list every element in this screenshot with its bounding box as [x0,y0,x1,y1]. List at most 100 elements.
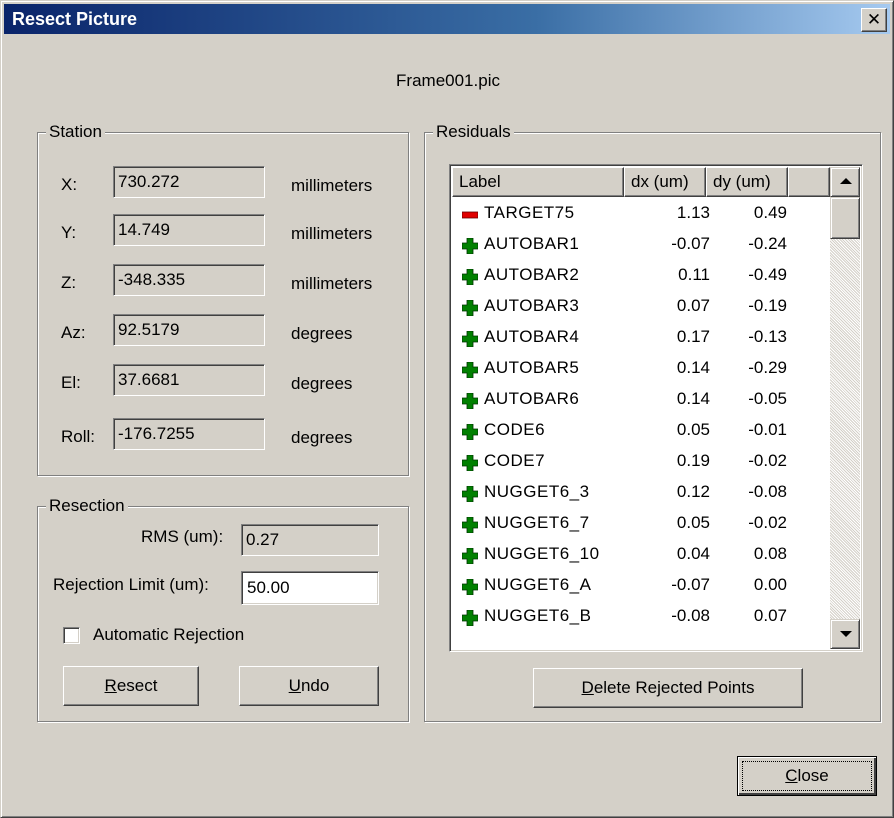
scroll-up-button[interactable] [830,167,860,197]
rms-label: RMS (um): [141,527,224,546]
automatic-rejection-label[interactable]: Automatic Rejection [93,625,244,645]
residual-dx: 0.04 [676,544,710,563]
residual-dy: 0.08 [753,544,787,563]
residuals-rows: TARGET75 1.13 0.49 AUTOBAR1 -0.07 -0.24 AUTOBA… [452,198,830,632]
residual-dx: 0.07 [676,296,710,315]
residual-row[interactable]: AUTOBAR2 0.11 -0.49 [452,260,830,291]
residual-label: CODE6 [484,420,546,439]
column-header-filler [788,167,830,197]
resect-button-label: Resect [104,676,158,695]
residual-row[interactable]: AUTOBAR5 0.14 -0.29 [452,353,830,384]
resect-button[interactable]: Resect [63,666,199,706]
residual-dy: 0.49 [753,203,787,222]
residual-dx: 0.05 [676,420,710,439]
title-bar[interactable]: Resect Picture ✕ [4,4,890,34]
scroll-thumb[interactable] [830,197,860,239]
residual-row[interactable]: NUGGET6_A -0.07 0.00 [452,570,830,601]
residual-dy: -0.05 [748,389,787,408]
rms-value: 0.27 [241,524,379,556]
plus-icon [462,362,478,378]
minus-icon [462,211,478,219]
residuals-scrollbar[interactable] [830,167,860,649]
residual-row[interactable]: AUTOBAR3 0.07 -0.19 [452,291,830,322]
column-header-label[interactable]: Label [452,167,624,197]
residual-label: NUGGET6_A [484,575,592,594]
plus-icon [462,424,478,440]
residual-dx: -0.08 [671,606,710,625]
station-value-3: 92.5179 [113,314,265,346]
column-header-dy[interactable]: dy (um) [706,167,788,197]
residual-dy: 0.07 [753,606,787,625]
station-value-4: 37.6681 [113,364,265,396]
residual-label: NUGGET6_B [484,606,592,625]
plus-icon [462,300,478,316]
station-unit-1: millimeters [291,224,373,243]
rejection-limit-label: Rejection Limit (um): [53,575,209,594]
residual-row[interactable]: NUGGET6_B -0.08 0.07 [452,601,830,632]
station-value-5: -176.7255 [113,418,265,450]
residual-dx: 0.14 [676,389,710,408]
station-value-1: 14.749 [113,214,265,246]
automatic-rejection-checkbox[interactable] [63,627,80,644]
plus-icon [462,610,478,626]
residual-row[interactable]: NUGGET6_10 0.04 0.08 [452,539,830,570]
residual-row[interactable]: CODE6 0.05 -0.01 [452,415,830,446]
plus-icon [462,579,478,595]
station-unit-4: degrees [291,374,353,393]
station-unit-0: millimeters [291,176,373,195]
delete-rejected-points-label: Delete Rejected Points [581,678,755,697]
residuals-list[interactable]: Label dx (um) dy (um) TARGET75 1.13 0.49 AU… [449,164,863,652]
close-icon[interactable]: ✕ [861,8,887,32]
focus-rect [742,761,872,791]
plus-icon [462,393,478,409]
residual-row[interactable]: CODE7 0.19 -0.02 [452,446,830,477]
plus-icon [462,269,478,285]
residual-dy: -0.13 [748,327,787,346]
plus-icon [462,548,478,564]
residual-label: AUTOBAR2 [484,265,580,284]
residual-row[interactable]: NUGGET6_3 0.12 -0.08 [452,477,830,508]
plus-icon [462,238,478,254]
station-label-5: Roll: [61,427,96,446]
resect-picture-dialog: Resect Picture ✕ Frame001.pic Station X:… [0,0,894,818]
station-value-2: -348.335 [113,264,265,296]
scroll-down-button[interactable] [830,619,860,649]
residual-row[interactable]: AUTOBAR4 0.17 -0.13 [452,322,830,353]
residual-dy: -0.24 [748,234,787,253]
residual-dy: -0.19 [748,296,787,315]
residual-dx: 0.14 [676,358,710,377]
residual-row[interactable]: AUTOBAR1 -0.07 -0.24 [452,229,830,260]
plus-icon [462,455,478,471]
column-header-dx[interactable]: dx (um) [624,167,706,197]
residual-dy: -0.02 [748,451,787,470]
undo-button[interactable]: Undo [239,666,379,706]
residual-label: CODE7 [484,451,546,470]
residual-dx: 1.13 [676,203,710,222]
residual-dx: 0.05 [676,513,710,532]
plus-icon [462,331,478,347]
station-label-4: El: [61,373,81,392]
residual-label: AUTOBAR1 [484,234,580,253]
residual-label: NUGGET6_10 [484,544,600,563]
station-group-label: Station [46,122,105,142]
close-button[interactable]: Close [737,756,877,796]
residual-dy: 0.00 [753,575,787,594]
arrow-down-icon [840,631,852,637]
station-label-1: Y: [61,223,77,242]
residual-row[interactable]: AUTOBAR6 0.14 -0.05 [452,384,830,415]
residual-row[interactable]: NUGGET6_7 0.05 -0.02 [452,508,830,539]
residual-dy: -0.02 [748,513,787,532]
delete-rejected-points-button[interactable]: Delete Rejected Points [533,668,803,708]
undo-button-label: Undo [288,676,330,695]
station-label-3: Az: [61,323,86,342]
residual-row[interactable]: TARGET75 1.13 0.49 [452,198,830,229]
residual-dx: 0.11 [678,265,710,284]
residual-dx: -0.07 [671,234,710,253]
residual-label: AUTOBAR3 [484,296,580,315]
rejection-limit-input[interactable] [241,571,379,605]
station-unit-2: millimeters [291,274,373,293]
residual-dx: 0.19 [676,451,710,470]
residual-dy: -0.08 [748,482,787,501]
residual-dy: -0.49 [748,265,787,284]
plus-icon [462,517,478,533]
